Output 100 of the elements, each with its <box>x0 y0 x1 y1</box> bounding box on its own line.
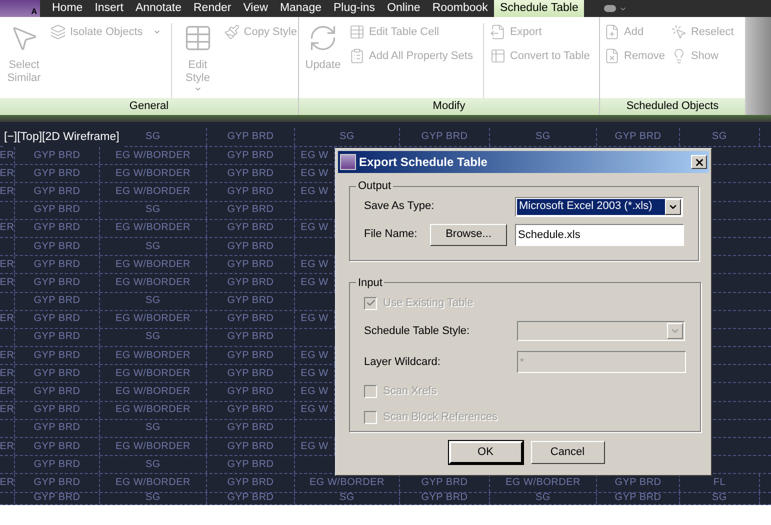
drawing-text: ER <box>0 350 14 361</box>
field-label: File Name: <box>364 227 418 242</box>
drawing-text: GYP BRD <box>227 150 274 161</box>
drawing-text: ER <box>0 260 14 270</box>
drawing-text: EG W/BORDER <box>116 387 190 398</box>
drawing-text: EG W <box>300 223 328 234</box>
drawing-text: GYP BRD <box>421 493 468 504</box>
drawing-text: SG <box>146 242 160 252</box>
drawing-text: GYP BRD <box>421 132 468 142</box>
drawing-text: EG W/BORDER <box>116 260 190 270</box>
drawing-text: ER <box>0 405 14 416</box>
table-icon <box>490 48 506 64</box>
pointer-icon <box>670 24 687 40</box>
drawing-text: GYP BRD <box>227 223 274 234</box>
ribbon-tab[interactable]: Plug-ins <box>328 0 382 17</box>
drawing-text: EG W <box>300 150 328 161</box>
drawing-text: GYP BRD <box>227 260 274 270</box>
drawing-text: SG <box>536 132 550 142</box>
drawing-text: ER <box>0 278 14 288</box>
field-label: Save As Type: <box>364 199 436 214</box>
drawing-text: ER <box>0 368 14 379</box>
drawing-text: EG W/BORDER <box>310 478 384 488</box>
drawing-text: GYP BRD <box>34 168 80 179</box>
field-label: Schedule Table Style: <box>364 324 471 339</box>
drawing-text: ER <box>0 387 14 398</box>
viewport-label[interactable]: [−][Top][2D Wireframe] <box>4 128 124 147</box>
close-button[interactable] <box>691 155 707 169</box>
drawing-text: GYP BRD <box>227 168 274 179</box>
field-label: Layer Wildcard: <box>364 354 442 370</box>
drawing-text: GYP BRD <box>34 242 80 252</box>
drawing-text: GYP BRD <box>34 478 80 488</box>
drawing-text: GYP BRD <box>227 442 274 452</box>
drawing-text: GYP BRD <box>227 242 274 252</box>
drawing-text: GYP BRD <box>227 493 274 504</box>
drawing-text: EG W/BORDER <box>116 186 190 197</box>
drawing-text: EG W/BORDER <box>116 314 190 324</box>
panel-title: Modify <box>299 98 599 115</box>
drawing-text: GYP BRD <box>34 332 80 342</box>
drawing-text: SG <box>146 423 160 434</box>
drawing-text: EG W/BORDER <box>116 223 190 234</box>
type-dropdown[interactable]: Microsoft Excel 2003 (*.xls) <box>515 196 683 216</box>
drawing-text: EG W/BORDER <box>116 478 190 488</box>
layers-icon <box>50 24 66 40</box>
drawing-text: ER <box>0 478 14 488</box>
ribbon-tab[interactable]: Render <box>188 0 238 17</box>
drawing-text: ER <box>0 186 14 197</box>
drawing-text: GYP BRD <box>34 296 80 306</box>
drawing-text: GYP BRD <box>34 150 80 161</box>
drawing-text: GYP BRD <box>227 332 274 342</box>
drawing-text: GYP BRD <box>227 132 274 142</box>
clipboard-icon <box>349 48 365 64</box>
drawing-text: EG W <box>300 278 328 288</box>
drawing-text: EG W <box>300 387 328 398</box>
drawing-text: GYP BRD <box>227 205 274 216</box>
drawing-text: GYP BRD <box>227 387 274 398</box>
drawing-text: EG W/BORDER <box>116 405 190 416</box>
application-button[interactable]: A <box>0 0 40 17</box>
drawing-text: ER <box>0 150 14 161</box>
drawing-text: GYP BRD <box>34 260 80 270</box>
drawing-text: EG W <box>300 260 328 270</box>
drawing-text: EG W/BORDER <box>116 168 190 179</box>
group-title: Output <box>357 179 392 194</box>
drawing-text: GYP BRD <box>34 205 80 216</box>
file-x-icon <box>604 48 620 64</box>
drawing-text: EG W/BORDER <box>116 368 190 379</box>
drawing-text: EG W <box>300 368 328 379</box>
drawing-text: GYP BRD <box>227 278 274 288</box>
drawing-text: EG W <box>300 405 328 416</box>
caret-icon <box>194 85 202 93</box>
file-name-field[interactable]: Schedule.xls <box>515 224 684 246</box>
drawing-text: SG <box>146 332 160 342</box>
ribbon-tab[interactable]: Home <box>46 0 89 17</box>
caret-icon <box>670 326 680 336</box>
ribbon-tab[interactable]: Insert <box>88 0 130 17</box>
ribbon-tab[interactable]: View <box>237 0 274 17</box>
dialog-button[interactable]: Cancel <box>530 441 604 464</box>
drawing-text: EG W/BORDER <box>116 350 190 361</box>
drawing-text: ER <box>0 314 14 324</box>
ribbon-tab[interactable]: Schedule Table <box>494 0 584 17</box>
browse-button[interactable]: Browse... <box>430 224 507 246</box>
panel-title: General <box>0 98 298 115</box>
ribbon-tab[interactable]: Online <box>381 0 426 17</box>
drawing-text: GYP BRD <box>34 368 80 379</box>
drawing-text: EG W/BORDER <box>116 442 190 452</box>
drawing-text: EG W <box>300 186 328 197</box>
drawing-text: EG W <box>300 314 328 324</box>
file-arrow-icon <box>490 24 506 40</box>
drawing-text: SG <box>146 460 160 470</box>
drawing-text: GYP BRD <box>227 186 274 197</box>
dialog-title: Export Schedule Table <box>359 154 488 171</box>
dialog-button[interactable]: OK <box>448 441 522 464</box>
ribbon-tab[interactable]: Annotate <box>129 0 188 17</box>
ribbon-tab[interactable]: Manage <box>274 0 328 17</box>
drawing-text: EG W/BORDER <box>506 478 580 488</box>
check-icon <box>366 298 376 308</box>
drawing-text: EG W <box>300 350 328 361</box>
drawing-text: GYP BRD <box>34 223 80 234</box>
drawing-text: SG <box>536 493 550 504</box>
ribbon-tab[interactable]: Roombook <box>426 0 494 17</box>
drawing-text: SG <box>146 296 160 306</box>
